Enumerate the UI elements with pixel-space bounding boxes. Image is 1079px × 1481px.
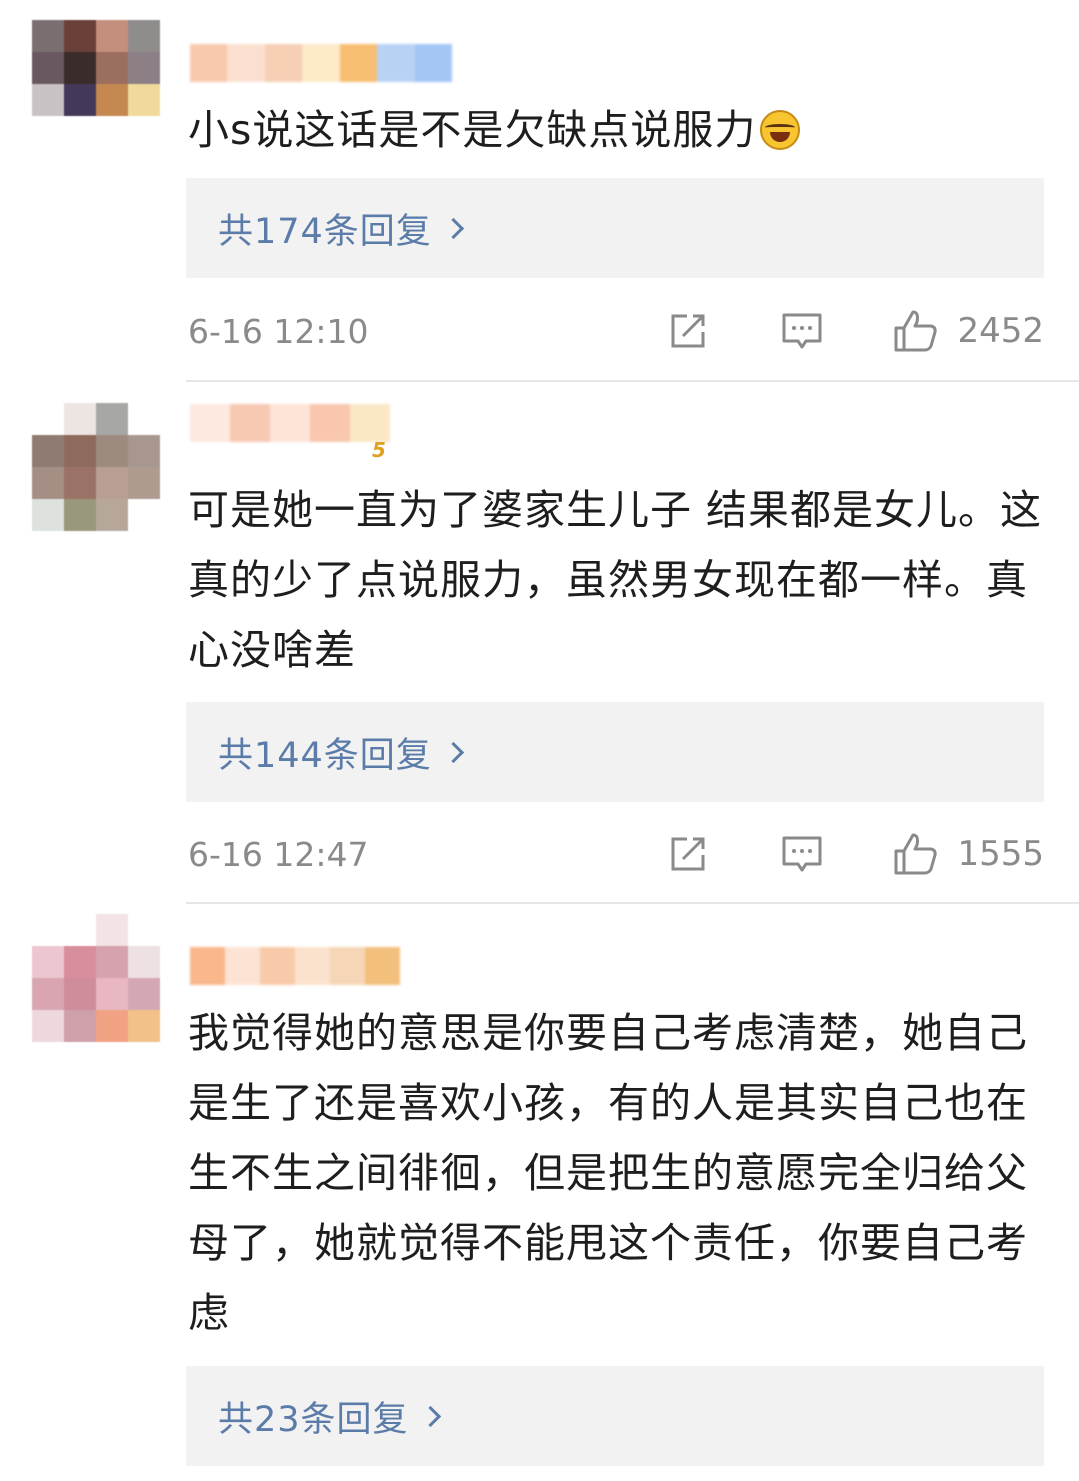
like-count: 2452 [957, 311, 1044, 351]
username-blurred[interactable] [190, 404, 390, 468]
avatar[interactable] [32, 914, 160, 1042]
comment-icon[interactable] [781, 310, 823, 352]
comment-meta: 6-16 12:10 2452 [188, 306, 1044, 356]
username-blurred[interactable] [190, 947, 400, 985]
comment-text-content: 小s说这话是不是欠缺点说服力 [188, 106, 757, 154]
share-icon[interactable] [667, 310, 709, 352]
comment-text: 可是她一直为了婆家生儿子 结果都是女儿。这真的少了点说服力，虽然男女现在都一样。… [188, 486, 1043, 674]
share-icon[interactable] [667, 833, 709, 875]
thumbs-up-icon[interactable] [893, 831, 939, 877]
action-bar: 2452 [667, 308, 1044, 354]
avatar[interactable] [32, 20, 160, 148]
like-count: 1555 [957, 834, 1044, 874]
avatar[interactable] [32, 403, 160, 531]
chevron-right-icon [442, 741, 464, 763]
replies-count-label: 共23条回复 [218, 1399, 409, 1440]
thumbs-up-icon[interactable] [893, 308, 939, 354]
divider [186, 902, 1079, 904]
comment-time: 6-16 12:10 [188, 311, 369, 351]
replies-count-label: 共174条回复 [218, 211, 432, 252]
comment-meta: 6-16 12:47 1555 [188, 829, 1044, 879]
chevron-right-icon [419, 1405, 441, 1427]
view-replies-button[interactable]: 共174条回复 [186, 178, 1044, 278]
comment-icon[interactable] [781, 833, 823, 875]
view-replies-button[interactable]: 共144条回复 [186, 702, 1044, 802]
view-replies-button[interactable]: 共23条回复 [186, 1366, 1044, 1466]
username-blurred[interactable] [190, 44, 452, 82]
comment-time: 6-16 12:47 [188, 834, 369, 874]
laughing-with-tears-emoji-icon [760, 110, 801, 150]
comment-text: 小s说这话是不是欠缺点说服力 [188, 95, 1048, 165]
comment-text: 我觉得她的意思是你要自己考虑清楚，她自己是生了还是喜欢小孩，有的人是其实自己也在… [188, 1009, 1028, 1337]
divider [186, 380, 1079, 382]
level-badge: 5 [372, 438, 386, 462]
chevron-right-icon [442, 217, 464, 239]
action-bar: 1555 [667, 831, 1044, 877]
replies-count-label: 共144条回复 [218, 735, 432, 776]
